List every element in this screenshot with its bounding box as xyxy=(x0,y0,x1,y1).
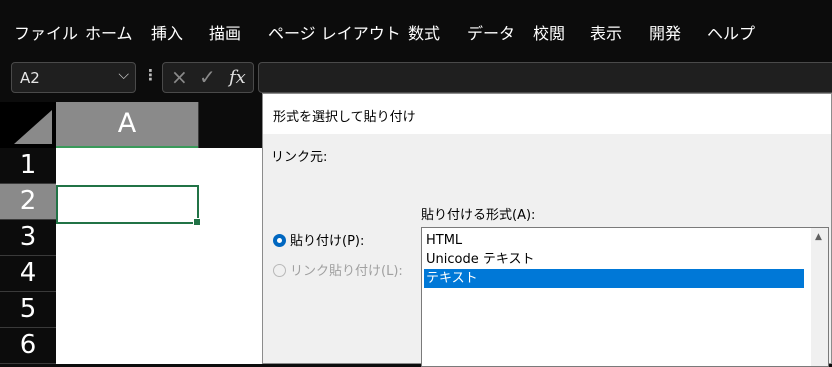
scroll-up-icon[interactable]: ▲ xyxy=(815,232,822,242)
paste-radio-label: 貼り付け(P): xyxy=(290,234,365,249)
listbox-scrollbar[interactable]: ▲ xyxy=(811,228,828,366)
active-cell[interactable] xyxy=(56,185,201,226)
format-item-text[interactable]: テキスト xyxy=(424,269,804,288)
tab-insert[interactable]: 挿入 xyxy=(151,20,183,44)
tab-formulas[interactable]: 数式 xyxy=(408,20,440,44)
tab-page-layout[interactable]: ページ レイアウト xyxy=(268,20,401,44)
link-source-label: リンク元: xyxy=(271,150,328,165)
row-header-label: 1 xyxy=(19,150,37,180)
formula-input[interactable] xyxy=(258,62,832,93)
more-options-icon[interactable]: ⋮ xyxy=(143,66,158,84)
select-all-button[interactable] xyxy=(0,102,56,148)
ribbon-tabs: ファイル ホーム 挿入 描画 ページ レイアウト 数式 データ 校閲 表示 開発… xyxy=(0,0,832,58)
cancel-icon[interactable]: × xyxy=(171,65,188,89)
tab-data[interactable]: データ xyxy=(467,20,515,44)
paste-link-radio-label: リンク貼り付け(L): xyxy=(290,264,403,279)
select-all-triangle-icon xyxy=(14,110,52,144)
chevron-down-icon[interactable]: ⌵ xyxy=(118,67,129,83)
dialog-title: 形式を選択して貼り付け xyxy=(273,110,416,125)
format-item-unicode-text[interactable]: Unicode テキスト xyxy=(424,250,804,269)
row-header-3[interactable]: 3 xyxy=(0,220,56,256)
tab-help[interactable]: ヘルプ xyxy=(707,20,755,44)
paste-link-radio: リンク貼り付け(L): xyxy=(273,260,403,279)
row-header-label: 6 xyxy=(19,330,37,360)
row-header-label: 5 xyxy=(19,294,37,324)
paste-radio[interactable]: 貼り付け(P): xyxy=(273,230,364,249)
enter-icon[interactable]: ✓ xyxy=(199,65,216,89)
tab-view[interactable]: 表示 xyxy=(590,20,622,44)
fill-handle[interactable] xyxy=(193,218,201,226)
name-box[interactable]: A2 ⌵ xyxy=(11,62,136,93)
row-header-label: 4 xyxy=(19,258,37,288)
row-header-1[interactable]: 1 xyxy=(0,148,56,184)
tab-developer[interactable]: 開発 xyxy=(649,20,681,44)
paste-special-dialog: 形式を選択して貼り付け リンク元: 貼り付ける形式(A): 貼り付け(P): リ… xyxy=(262,93,832,367)
cell-grid[interactable] xyxy=(56,148,262,364)
format-item-html[interactable]: HTML xyxy=(424,231,804,250)
tab-review[interactable]: 校閲 xyxy=(533,20,565,44)
tab-draw[interactable]: 描画 xyxy=(209,20,241,44)
name-box-value: A2 xyxy=(20,69,40,87)
paste-as-label: 貼り付ける形式(A): xyxy=(421,208,536,223)
radio-selected-icon xyxy=(273,234,286,247)
row-header-2[interactable]: 2 xyxy=(0,184,56,220)
row-header-5[interactable]: 5 xyxy=(0,292,56,328)
tab-file[interactable]: ファイル xyxy=(14,20,78,44)
column-header-label: A xyxy=(117,108,137,139)
row-header-4[interactable]: 4 xyxy=(0,256,56,292)
row-header-6[interactable]: 6 xyxy=(0,328,56,364)
tab-home[interactable]: ホーム xyxy=(85,20,133,44)
insert-function-icon[interactable]: fx xyxy=(229,67,246,88)
column-header-b[interactable] xyxy=(198,102,263,148)
format-listbox[interactable]: HTML Unicode テキスト テキスト ▲ xyxy=(421,227,829,367)
radio-unselected-icon xyxy=(273,264,286,277)
formula-buttons: × ✓ fx xyxy=(162,62,254,93)
row-header-label: 2 xyxy=(19,186,37,216)
row-header-label: 3 xyxy=(19,222,37,252)
column-header-a[interactable]: A xyxy=(56,102,198,148)
dialog-title-bar[interactable]: 形式を選択して貼り付け xyxy=(263,94,831,134)
